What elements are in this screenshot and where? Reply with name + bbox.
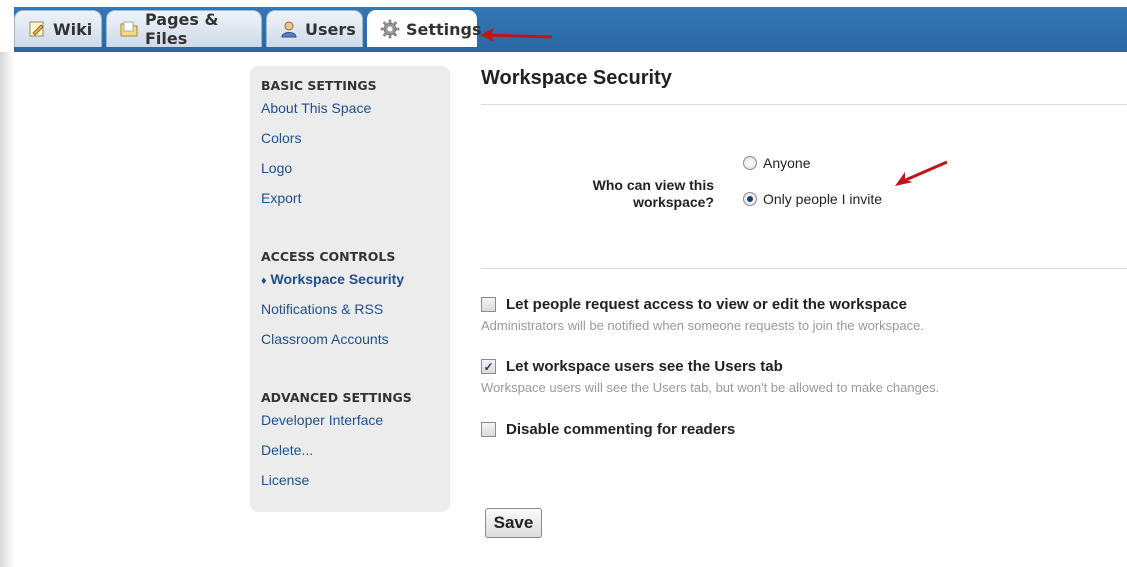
annotation-arrow-settings [480, 28, 553, 42]
left-edge-shadow [0, 52, 14, 567]
radio-invite-label: Only people I invite [763, 191, 883, 207]
radio-anyone-row[interactable]: Anyone [743, 155, 810, 171]
settings-sidebar: BASIC SETTINGS About This Space Colors L… [250, 66, 450, 512]
sidebar-item-workspace-security[interactable]: ♦ Workspace Security [261, 271, 404, 287]
tab-settings[interactable]: Settings [367, 10, 482, 47]
current-marker: ♦ [261, 275, 267, 287]
basic-settings-heading: BASIC SETTINGS [261, 78, 377, 93]
sidebar-item-classroom-accounts[interactable]: Classroom Accounts [261, 331, 389, 347]
user-icon [279, 19, 299, 39]
sidebar-item-colors[interactable]: Colors [261, 130, 301, 146]
settings-page: Wiki Pages & Files Users Settings BASIC … [0, 0, 1127, 567]
sidebar-item-delete[interactable]: Delete... [261, 442, 313, 458]
sidebar-item-about[interactable]: About This Space [261, 100, 371, 116]
radio-anyone[interactable] [743, 156, 757, 170]
option-label: Let people request access to view or edi… [506, 296, 907, 313]
sidebar-item-notifications[interactable]: Notifications & RSS [261, 301, 383, 317]
option-users-tab[interactable]: ✓ Let workspace users see the Users tab [481, 358, 783, 375]
sidebar-item-export[interactable]: Export [261, 190, 301, 206]
option-help: Administrators will be notified when som… [481, 318, 924, 333]
annotation-arrow-radio [895, 160, 948, 186]
option-disable-commenting[interactable]: Disable commenting for readers [481, 421, 735, 438]
radio-only-invited[interactable] [743, 192, 757, 206]
who-label-line2: workspace? [633, 194, 714, 210]
request-access-checkbox[interactable] [481, 297, 496, 312]
option-help: Workspace users will see the Users tab, … [481, 380, 940, 395]
disable-commenting-checkbox[interactable] [481, 422, 496, 437]
tab-label: Users [305, 19, 356, 39]
access-controls-heading: ACCESS CONTROLS [261, 249, 396, 264]
option-label: Disable commenting for readers [506, 421, 736, 438]
tab-label: Wiki [53, 19, 93, 39]
tab-label: Settings [406, 19, 482, 39]
tab-label: Pages & Files [145, 10, 219, 48]
who-can-view-label: Who can view this workspace? [540, 177, 714, 211]
radio-invite-row[interactable]: Only people I invite [743, 191, 882, 207]
folder-icon [119, 19, 139, 39]
edit-page-icon [27, 19, 47, 39]
sidebar-item-logo[interactable]: Logo [261, 160, 292, 176]
sidebar-item-license[interactable]: License [261, 472, 309, 488]
gear-icon [380, 19, 400, 39]
radio-anyone-label: Anyone [763, 155, 811, 171]
divider [481, 268, 1127, 269]
page-title: Workspace Security [481, 67, 672, 89]
option-label: Let workspace users see the Users tab [506, 358, 783, 375]
sidebar-item-developer-interface[interactable]: Developer Interface [261, 412, 383, 428]
tab-wiki[interactable]: Wiki [14, 10, 102, 47]
tab-users[interactable]: Users [266, 10, 363, 47]
sidebar-item-label: Workspace Security [270, 271, 405, 287]
option-request-access[interactable]: Let people request access to view or edi… [481, 296, 907, 313]
users-tab-checkbox[interactable]: ✓ [481, 359, 496, 374]
tab-pages-files[interactable]: Pages & Files [106, 10, 262, 48]
divider [481, 104, 1127, 105]
save-button[interactable]: Save [485, 508, 542, 538]
advanced-settings-heading: ADVANCED SETTINGS [261, 390, 412, 405]
who-label-line1: Who can view this [592, 177, 714, 193]
